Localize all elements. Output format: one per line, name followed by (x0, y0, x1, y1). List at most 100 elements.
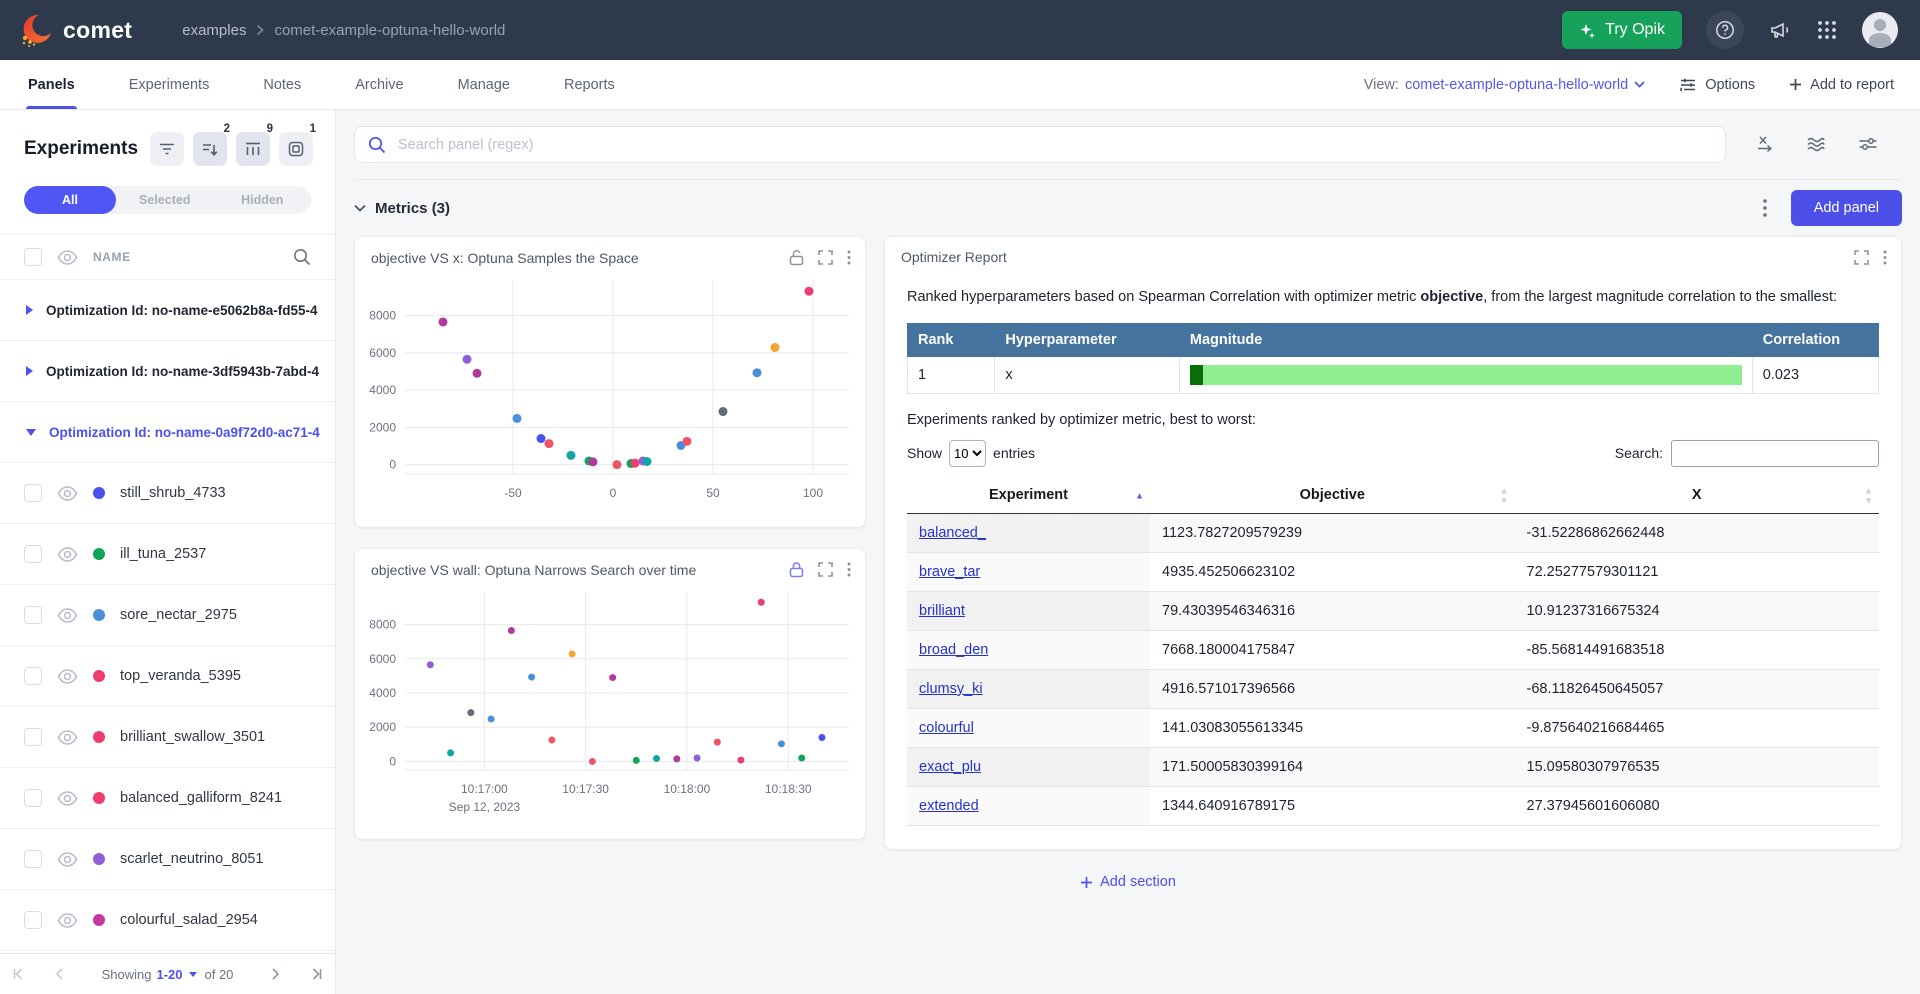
experiment-checkbox[interactable] (24, 789, 42, 807)
experiment-checkbox[interactable] (24, 606, 42, 624)
optimization-group-row[interactable]: Optimization Id: no-name-e5062b8a-fd55-4 (0, 280, 335, 341)
expand-triangle-icon[interactable] (26, 305, 33, 315)
experiment-checkbox[interactable] (24, 911, 42, 929)
metrics-section-toggle[interactable]: Metrics (3) (354, 200, 450, 217)
expand-triangle-icon[interactable] (26, 366, 33, 376)
breadcrumb: examples comet-example-optuna-hello-worl… (182, 22, 505, 39)
segment-selected[interactable]: Selected (116, 186, 214, 214)
user-avatar[interactable] (1862, 12, 1898, 48)
try-opik-button[interactable]: Try Opik (1562, 11, 1682, 49)
tab-panels[interactable]: Panels (26, 60, 77, 109)
kebab-icon[interactable] (847, 250, 851, 265)
objective-column-header[interactable]: Objective▲▼ (1150, 479, 1515, 514)
breadcrumb-project[interactable]: comet-example-optuna-hello-world (274, 22, 505, 39)
page-size-caret-icon[interactable] (189, 972, 197, 977)
experiment-row[interactable]: balanced_galliform_8241 (0, 768, 335, 829)
segment-all[interactable]: All (24, 186, 116, 214)
announcements-button[interactable] (1768, 18, 1792, 42)
x-axis-settings-button[interactable] (1756, 136, 1774, 153)
visibility-eye-icon[interactable] (57, 730, 78, 745)
optimization-group-row[interactable]: Optimization Id: no-name-3df5943b-7abd-4 (0, 341, 335, 402)
comet-logo[interactable]: comet (18, 12, 132, 48)
visibility-eye-icon[interactable] (57, 547, 78, 562)
chart-panel-objective-vs-wall[interactable]: objective VS wall: Optuna Narrows Search… (354, 548, 866, 840)
help-button[interactable] (1706, 11, 1744, 49)
visibility-eye-icon[interactable] (57, 852, 78, 867)
name-column-header[interactable]: NAME (93, 250, 131, 264)
unlock-icon[interactable] (789, 249, 804, 266)
visibility-eye-icon[interactable] (57, 486, 78, 501)
fullscreen-icon[interactable] (818, 250, 833, 265)
visibility-eye-icon[interactable] (57, 250, 78, 265)
lock-icon[interactable] (789, 561, 804, 578)
tab-experiments[interactable]: Experiments (127, 60, 212, 109)
experiment-row[interactable]: ill_tuna_2537 (0, 524, 335, 585)
kebab-icon[interactable] (1883, 250, 1887, 265)
search-experiments-icon[interactable] (293, 248, 311, 266)
tab-manage[interactable]: Manage (456, 60, 512, 109)
collapse-triangle-icon[interactable] (26, 429, 36, 436)
experiment-column-header[interactable]: Experiment▲ (907, 479, 1150, 514)
next-page-button[interactable] (267, 968, 284, 980)
experiment-checkbox[interactable] (24, 728, 42, 746)
prev-page-button[interactable] (51, 968, 68, 980)
apps-grid-button[interactable] (1816, 19, 1838, 41)
tab-reports[interactable]: Reports (562, 60, 617, 109)
experiment-link[interactable]: clumsy_ki (919, 681, 983, 697)
fullscreen-icon[interactable] (1854, 250, 1869, 265)
sort-button[interactable]: 2 (193, 132, 227, 166)
group-button[interactable]: 1 (279, 132, 313, 166)
filter-icon (159, 142, 175, 156)
add-section-button[interactable]: Add section (354, 874, 1902, 890)
segment-hidden[interactable]: Hidden (214, 186, 312, 214)
sort-both-icon: ▲▼ (1864, 486, 1873, 505)
visibility-eye-icon[interactable] (57, 913, 78, 928)
experiment-row[interactable]: colourful_salad_2954 (0, 890, 335, 951)
visibility-eye-icon[interactable] (57, 791, 78, 806)
tab-archive[interactable]: Archive (353, 60, 405, 109)
optimizer-report-panel[interactable]: Optimizer Report Ranked hyperparameters … (884, 236, 1902, 850)
display-settings-button[interactable] (1858, 136, 1878, 153)
x-column-header[interactable]: X▲▼ (1515, 479, 1880, 514)
optimization-group-row[interactable]: Optimization Id: no-name-0a9f72d0-ac71-4 (0, 402, 335, 463)
fullscreen-icon[interactable] (818, 562, 833, 577)
chart-panel-objective-vs-x[interactable]: objective VS x: Optuna Samples the Space (354, 236, 866, 528)
experiment-row[interactable]: top_veranda_5395 (0, 646, 335, 707)
select-all-checkbox[interactable] (24, 248, 42, 266)
experiment-link[interactable]: brave_tar (919, 564, 980, 580)
experiment-row[interactable]: brilliant_swallow_3501 (0, 707, 335, 768)
add-panel-button[interactable]: Add panel (1791, 190, 1902, 226)
smoothing-button[interactable] (1806, 136, 1826, 153)
columns-button[interactable]: 9 (236, 132, 270, 166)
add-to-report-button[interactable]: Add to report (1789, 77, 1894, 93)
tab-notes[interactable]: Notes (261, 60, 303, 109)
experiment-link[interactable]: extended (919, 798, 979, 814)
first-page-button[interactable] (9, 968, 31, 980)
experiment-link[interactable]: brilliant (919, 603, 965, 619)
experiment-row[interactable]: scarlet_neutrino_8051 (0, 829, 335, 890)
experiment-link[interactable]: balanced_ (919, 525, 986, 541)
experiment-checkbox[interactable] (24, 667, 42, 685)
experiment-link[interactable]: exact_plu (919, 759, 981, 775)
view-selector[interactable]: View: comet-example-optuna-hello-world (1364, 77, 1645, 93)
visibility-eye-icon[interactable] (57, 669, 78, 684)
last-page-button[interactable] (304, 968, 326, 980)
experiment-row[interactable]: still_shrub_4733 (0, 463, 335, 524)
kebab-icon[interactable] (847, 562, 851, 577)
experiment-checkbox[interactable] (24, 484, 42, 502)
experiment-link[interactable]: broad_den (919, 642, 988, 658)
breadcrumb-workspace[interactable]: examples (182, 22, 246, 39)
panel-search-input[interactable] (396, 136, 1712, 154)
filter-button[interactable] (150, 132, 184, 166)
experiment-row[interactable]: sore_nectar_2975 (0, 585, 335, 646)
page-size-select[interactable]: 10 (949, 440, 986, 467)
experiment-link[interactable]: colourful (919, 720, 974, 736)
experiment-checkbox[interactable] (24, 850, 42, 868)
visibility-eye-icon[interactable] (57, 608, 78, 623)
section-menu-button[interactable] (1763, 199, 1767, 217)
experiment-checkbox[interactable] (24, 545, 42, 563)
options-button[interactable]: Options (1679, 77, 1755, 93)
plus-icon (1080, 876, 1093, 889)
page-range[interactable]: 1-20 (156, 967, 182, 982)
table-search-input[interactable] (1671, 440, 1879, 467)
